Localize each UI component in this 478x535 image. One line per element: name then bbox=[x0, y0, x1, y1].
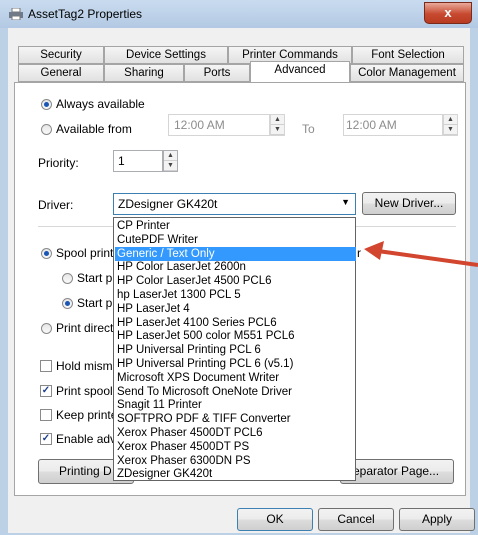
driver-option[interactable]: Generic / Text Only bbox=[115, 246, 356, 262]
driver-option[interactable]: HP LaserJet 500 color M551 PCL6 bbox=[115, 329, 356, 344]
driver-option[interactable]: hp LaserJet 1300 PCL 5 bbox=[115, 288, 356, 303]
tab-ports[interactable]: Ports bbox=[184, 64, 250, 82]
spool-radio[interactable] bbox=[41, 248, 52, 259]
to-time-stepper[interactable]: ▲ ▼ bbox=[443, 114, 458, 136]
start-immediately-label: Start pr bbox=[77, 296, 117, 310]
driver-option[interactable]: HP Universal Printing PCL 6 bbox=[115, 343, 356, 358]
tab-font-selection[interactable]: Font Selection bbox=[352, 46, 464, 64]
driver-dropdown-list[interactable]: CP Printer CutePDF Writer Generic / Text O… bbox=[113, 217, 356, 481]
keep-printed-label: Keep printe bbox=[56, 408, 118, 422]
from-time-stepper[interactable]: ▲ ▼ bbox=[270, 114, 285, 136]
red-arrow-annotation bbox=[364, 241, 478, 267]
print-direct-radio[interactable] bbox=[41, 323, 52, 334]
title-bar[interactable]: AssetTag2 Properties x bbox=[0, 0, 478, 28]
available-from-radio[interactable] bbox=[41, 124, 52, 135]
tab-device-settings[interactable]: Device Settings bbox=[104, 46, 228, 64]
driver-option[interactable]: CutePDF Writer bbox=[115, 233, 356, 248]
driver-option[interactable]: ZDesigner GK420t bbox=[115, 467, 356, 482]
to-label: To bbox=[302, 122, 315, 136]
from-time-field[interactable]: 12:00 AM bbox=[168, 114, 270, 136]
chevron-down-icon: ▼ bbox=[341, 197, 350, 207]
driver-option[interactable]: Send To Microsoft OneNote Driver bbox=[115, 385, 356, 400]
priority-field[interactable]: 1 bbox=[113, 150, 163, 172]
start-after-last-page-radio[interactable] bbox=[62, 273, 73, 284]
driver-option[interactable]: Xerox Phaser 4500DT PS bbox=[115, 440, 356, 455]
spin-down-icon[interactable]: ▼ bbox=[271, 125, 284, 135]
window-title: AssetTag2 Properties bbox=[28, 7, 143, 21]
enable-advanced-label: Enable adv bbox=[56, 432, 117, 446]
start-after-last-page-label: Start pr bbox=[77, 271, 117, 285]
separator-page-button[interactable]: eparator Page... bbox=[340, 459, 454, 484]
driver-select[interactable]: ZDesigner GK420t ▼ bbox=[113, 193, 356, 215]
spin-down-icon[interactable]: ▼ bbox=[164, 161, 177, 171]
tab-general[interactable]: General bbox=[18, 64, 104, 82]
spin-down-icon[interactable]: ▼ bbox=[444, 125, 457, 135]
tab-color-management[interactable]: Color Management bbox=[350, 64, 464, 82]
driver-option[interactable]: Microsoft XPS Document Writer bbox=[115, 371, 356, 386]
to-time-field[interactable]: 12:00 AM bbox=[343, 114, 443, 136]
spool-label-tail: r bbox=[357, 246, 361, 260]
available-from-label: Available from bbox=[56, 122, 132, 136]
start-immediately-radio[interactable] bbox=[62, 298, 73, 309]
driver-option[interactable]: CP Printer bbox=[115, 219, 356, 234]
keep-printed-checkbox[interactable] bbox=[40, 409, 52, 421]
hold-mismatched-checkbox[interactable] bbox=[40, 360, 52, 372]
print-direct-label: Print direct bbox=[56, 321, 114, 335]
close-button[interactable]: x bbox=[424, 2, 472, 24]
driver-option[interactable]: SOFTPRO PDF & TIFF Converter bbox=[115, 412, 356, 427]
enable-advanced-checkbox[interactable]: ✓ bbox=[40, 433, 52, 445]
apply-button[interactable]: Apply bbox=[399, 508, 475, 531]
hold-mismatched-label: Hold mism bbox=[56, 359, 113, 373]
new-driver-button[interactable]: New Driver... bbox=[362, 192, 456, 215]
priority-label: Priority: bbox=[38, 156, 79, 170]
tab-sharing[interactable]: Sharing bbox=[104, 64, 184, 82]
driver-option[interactable]: HP Color LaserJet 2600n bbox=[115, 260, 356, 275]
spin-up-icon[interactable]: ▲ bbox=[444, 115, 457, 125]
driver-option[interactable]: Xerox Phaser 4500DT PCL6 bbox=[115, 426, 356, 441]
spin-up-icon[interactable]: ▲ bbox=[164, 151, 177, 161]
driver-option[interactable]: HP LaserJet 4 bbox=[115, 302, 356, 317]
always-available-radio[interactable] bbox=[41, 99, 52, 110]
driver-option[interactable]: Xerox Phaser 6300DN PS bbox=[115, 454, 356, 469]
print-spooled-first-checkbox[interactable]: ✓ bbox=[40, 385, 52, 397]
driver-option[interactable]: HP LaserJet 4100 Series PCL6 bbox=[115, 316, 356, 331]
ok-button[interactable]: OK bbox=[237, 508, 313, 531]
cancel-button[interactable]: Cancel bbox=[318, 508, 394, 531]
driver-option[interactable]: HP Universal Printing PCL 6 (v5.1) bbox=[115, 357, 356, 372]
priority-stepper[interactable]: ▲ ▼ bbox=[163, 150, 178, 172]
driver-option[interactable]: Snagit 11 Printer bbox=[115, 398, 356, 413]
tab-advanced[interactable]: Advanced bbox=[250, 61, 350, 83]
always-available-label: Always available bbox=[56, 97, 145, 111]
spin-up-icon[interactable]: ▲ bbox=[271, 115, 284, 125]
spool-label: Spool print bbox=[56, 246, 114, 260]
printer-icon bbox=[9, 8, 23, 20]
driver-option[interactable]: HP Color LaserJet 4500 PCL6 bbox=[115, 274, 356, 289]
tab-security[interactable]: Security bbox=[18, 46, 104, 64]
print-spooled-first-label: Print spool bbox=[56, 384, 113, 398]
driver-label: Driver: bbox=[38, 198, 74, 212]
